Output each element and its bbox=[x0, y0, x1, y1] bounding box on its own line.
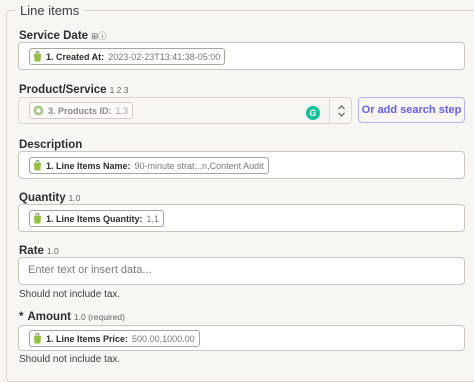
service-date-label-text: Service Date bbox=[19, 30, 89, 42]
rate-help-text: Should not include tax. bbox=[19, 289, 121, 300]
shopify-bag-icon bbox=[34, 160, 41, 171]
description-pill[interactable]: 1. Line Items Name: 90-minute strat...n,… bbox=[29, 157, 269, 174]
pill-value: 500.00,1000.00 bbox=[132, 333, 195, 344]
rate-placeholder: Enter text or insert data... bbox=[28, 264, 152, 276]
description-input[interactable]: 1. Line Items Name: 90-minute strat...n,… bbox=[18, 151, 465, 179]
chevron-up-down-icon[interactable] bbox=[329, 97, 353, 124]
pill-label: 3. Products ID: bbox=[48, 105, 112, 116]
quantity-label: Quantity 1.0 bbox=[19, 192, 80, 204]
quantity-meta: 1.0 bbox=[68, 193, 81, 203]
amount-meta: 1.0 (required) bbox=[73, 312, 125, 322]
amount-label-text: Amount bbox=[27, 311, 71, 323]
amount-help-text: Should not include tax. bbox=[19, 354, 121, 365]
section-title: Line items bbox=[16, 3, 84, 18]
pill-label: 1. Created At: bbox=[46, 51, 105, 62]
shopify-bag-icon bbox=[34, 51, 41, 62]
quantity-input[interactable]: 1. Line Items Quantity: 1,1 bbox=[18, 204, 465, 232]
pill-value: 1,3 bbox=[115, 105, 129, 116]
products-app-icon bbox=[33, 105, 44, 116]
pill-label: 1. Line Items Name: bbox=[46, 160, 131, 171]
shopify-bag-icon bbox=[34, 213, 41, 224]
rate-label: Rate 1.0 bbox=[19, 245, 59, 257]
description-label: Description bbox=[19, 139, 83, 151]
pill-label: 1. Line Items Price: bbox=[46, 333, 129, 344]
grammarly-icon[interactable]: G bbox=[306, 106, 320, 120]
service-date-meta: ⊞ⓘ bbox=[91, 31, 107, 41]
rate-meta: 1.0 bbox=[46, 246, 59, 256]
add-search-step-button[interactable]: Or add search step bbox=[358, 97, 465, 123]
rate-input[interactable]: Enter text or insert data... bbox=[18, 257, 465, 285]
service-date-input[interactable]: 1. Created At: 2023-02-23T13:41:38-05:00 bbox=[18, 42, 465, 70]
product-service-label-text: Product/Service bbox=[19, 84, 107, 96]
product-service-meta: 1 2 3 bbox=[109, 85, 129, 95]
product-service-label: Product/Service 1 2 3 bbox=[19, 84, 128, 96]
amount-label: * Amount 1.0 (required) bbox=[19, 311, 125, 323]
rate-label-text: Rate bbox=[19, 245, 44, 257]
quantity-pill[interactable]: 1. Line Items Quantity: 1,1 bbox=[29, 210, 165, 227]
product-service-pill[interactable]: 3. Products ID: 1,3 bbox=[29, 102, 134, 119]
amount-pill[interactable]: 1. Line Items Price: 500.00,1000.00 bbox=[29, 330, 200, 347]
quantity-label-text: Quantity bbox=[19, 192, 66, 204]
shopify-bag-icon bbox=[34, 333, 41, 344]
required-asterisk: * bbox=[19, 311, 24, 323]
pill-value: 90-minute strat...n,Content Audit bbox=[134, 160, 264, 171]
pill-label: 1. Line Items Quantity: bbox=[46, 213, 143, 224]
pill-value: 1,1 bbox=[146, 213, 160, 224]
amount-input[interactable]: 1. Line Items Price: 500.00,1000.00 bbox=[18, 325, 465, 351]
service-date-label: Service Date ⊞ⓘ bbox=[19, 30, 107, 42]
pill-value: 2023-02-23T13:41:38-05:00 bbox=[108, 51, 221, 62]
service-date-pill[interactable]: 1. Created At: 2023-02-23T13:41:38-05:00 bbox=[29, 48, 226, 65]
product-service-input[interactable]: 3. Products ID: 1,3 bbox=[18, 97, 352, 124]
